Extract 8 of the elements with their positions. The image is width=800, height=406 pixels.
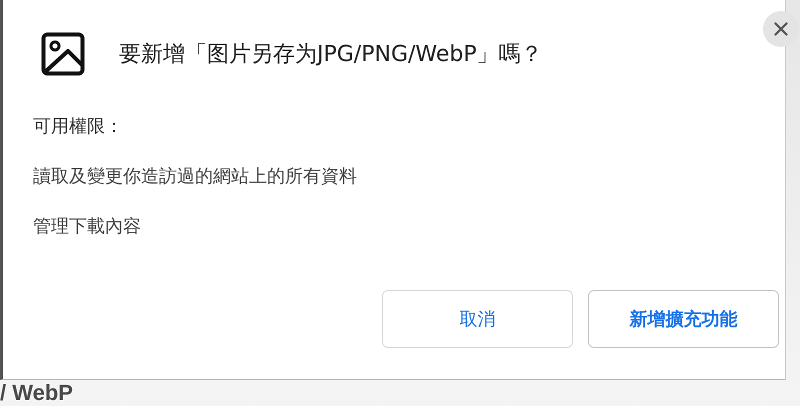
permission-item: 管理下載內容	[33, 215, 142, 238]
background-text: / WebP	[0, 380, 74, 406]
permission-item: 讀取及變更你造訪過的網站上的所有資料	[33, 165, 358, 188]
add-extension-button[interactable]: 新增擴充功能	[588, 290, 779, 348]
image-icon	[41, 32, 85, 76]
dialog-title: 要新增「图片另存为JPG/PNG/WebP」嗎？	[119, 41, 543, 69]
permissions-heading: 可用權限：	[33, 115, 124, 138]
cancel-button[interactable]: 取消	[382, 290, 573, 348]
